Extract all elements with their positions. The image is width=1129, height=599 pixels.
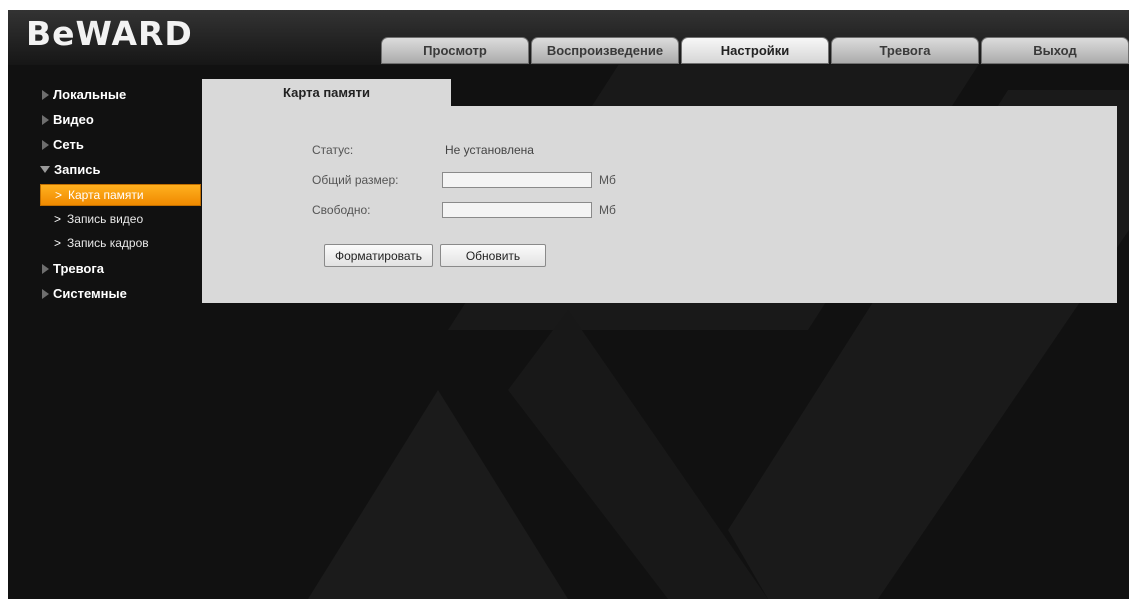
- memory-card-panel: Статус: Не установлена Общий размер: Мб …: [202, 106, 1117, 303]
- format-button[interactable]: Форматировать: [324, 244, 433, 267]
- tab-settings[interactable]: Настройки: [681, 37, 829, 64]
- refresh-button[interactable]: Обновить: [440, 244, 546, 267]
- sidebar-item-alarm[interactable]: Тревога: [38, 256, 201, 281]
- tab-playback[interactable]: Воспроизведение: [531, 37, 679, 64]
- content-tab-memory-card[interactable]: Карта памяти: [202, 79, 451, 106]
- tab-view[interactable]: Просмотр: [381, 37, 529, 64]
- brand-logo: BeWARD: [26, 14, 193, 53]
- sidebar-subitem-video-record[interactable]: > Запись видео: [38, 208, 201, 230]
- sidebar-item-network[interactable]: Сеть: [38, 132, 201, 157]
- sidebar-subitem-label: Запись кадров: [67, 236, 149, 250]
- app-window: BeWARD Просмотр Воспроизведение Настройк…: [8, 10, 1129, 599]
- tab-logout[interactable]: Выход: [981, 37, 1129, 64]
- sidebar-item-label: Тревога: [53, 261, 105, 276]
- free-space-field[interactable]: [442, 202, 592, 218]
- sidebar-item-label: Видео: [53, 112, 94, 127]
- sidebar-item-label: Системные: [53, 286, 127, 301]
- triangle-right-icon: [42, 263, 49, 274]
- triangle-right-icon: [42, 139, 49, 150]
- triangle-right-icon: [42, 114, 49, 125]
- status-value: Не установлена: [445, 143, 534, 157]
- sidebar-item-label: Запись: [54, 162, 101, 177]
- sidebar-item-label: Локальные: [53, 87, 127, 102]
- triangle-down-icon: [40, 166, 50, 173]
- triangle-right-icon: [42, 89, 49, 100]
- total-size-label: Общий размер:: [312, 173, 399, 187]
- sidebar-item-system[interactable]: Системные: [38, 281, 201, 306]
- main-nav: Просмотр Воспроизведение Настройки Трево…: [381, 37, 1129, 64]
- sidebar-subitem-memory-card[interactable]: > Карта памяти: [40, 184, 201, 206]
- chevron-right-icon: >: [55, 188, 63, 202]
- sidebar-item-local[interactable]: Локальные: [38, 82, 201, 107]
- sidebar-item-record[interactable]: Запись: [38, 157, 201, 182]
- total-size-unit: Мб: [599, 173, 616, 187]
- total-size-field[interactable]: [442, 172, 592, 188]
- header-bar: BeWARD Просмотр Воспроизведение Настройк…: [8, 10, 1129, 65]
- chevron-right-icon: >: [54, 236, 62, 250]
- status-label: Статус:: [312, 143, 354, 157]
- sidebar-item-label: Сеть: [53, 137, 84, 152]
- sidebar-subitem-label: Карта памяти: [68, 188, 144, 202]
- sidebar-subitem-label: Запись видео: [67, 212, 144, 226]
- tab-alarm[interactable]: Тревога: [831, 37, 979, 64]
- free-space-label: Свободно:: [312, 203, 371, 217]
- free-space-unit: Мб: [599, 203, 616, 217]
- sidebar-subitem-frame-record[interactable]: > Запись кадров: [38, 232, 201, 254]
- sidebar-item-video[interactable]: Видео: [38, 107, 201, 132]
- chevron-right-icon: >: [54, 212, 62, 226]
- sidebar: Локальные Видео Сеть Запись > Карта памя…: [38, 82, 201, 306]
- triangle-right-icon: [42, 288, 49, 299]
